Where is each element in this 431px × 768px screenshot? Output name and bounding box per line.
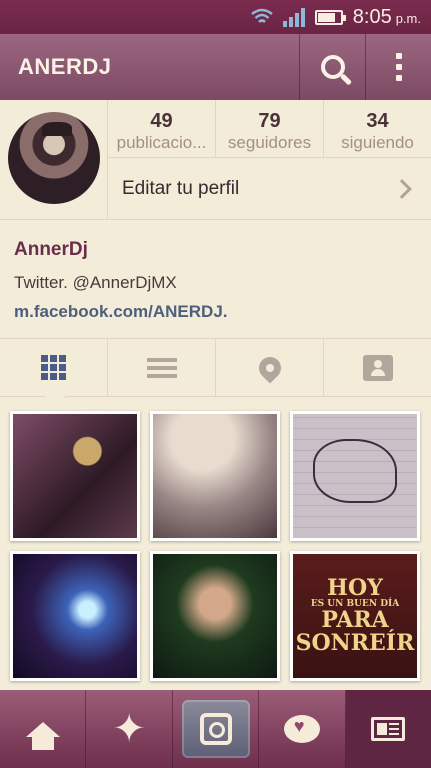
edit-profile-label: Editar tu perfil [122, 178, 240, 199]
stat-followers[interactable]: 79 seguidores [216, 100, 324, 157]
search-icon [320, 55, 345, 79]
grid-icon [41, 355, 66, 380]
list-icon [146, 357, 177, 378]
nav-activity[interactable] [259, 690, 346, 768]
camera-icon [199, 713, 232, 745]
profile-header: 49 publicacio... 79 seguidores 34 siguie… [0, 100, 431, 220]
time-text: 8:05 [352, 5, 392, 28]
stat-posts[interactable]: 49 publicacio... [108, 100, 216, 157]
profile-link[interactable]: m.facebook.com/ANERDJ. [14, 302, 417, 322]
photo-text-line: HOY [327, 574, 383, 601]
bottom-navigation: ✦ [0, 690, 431, 768]
tab-grid-view[interactable] [0, 339, 108, 396]
photo-thumbnail[interactable] [290, 411, 420, 541]
stat-posts-label: publicacio... [116, 133, 207, 152]
tab-tagged-photos[interactable] [324, 339, 431, 396]
search-button[interactable] [299, 34, 365, 100]
ampm-text: p.m. [395, 10, 421, 26]
wifi-icon [250, 8, 273, 23]
overflow-menu-button[interactable] [365, 34, 431, 100]
signal-icon [282, 7, 305, 27]
stat-posts-value: 49 [150, 110, 173, 132]
stat-following-label: siguiendo [341, 133, 414, 152]
profile-card-icon [371, 717, 406, 741]
battery-icon [314, 9, 346, 25]
stat-following[interactable]: 34 siguiendo [324, 100, 431, 157]
clock: 8:05 p.m. [353, 6, 421, 29]
photo-thumbnail[interactable] [10, 551, 140, 681]
stat-followers-value: 79 [258, 110, 281, 132]
status-bar: 8:05 p.m. [0, 0, 431, 34]
chevron-right-icon [392, 179, 412, 199]
edit-profile-button[interactable]: Editar tu perfil [107, 158, 431, 220]
avatar[interactable] [8, 112, 100, 204]
profile-name: AnnerDj [14, 239, 88, 260]
bio-text: Twitter. @AnnerDjMX [14, 273, 177, 292]
photo-thumbnail[interactable] [150, 551, 280, 681]
photo-text-line: PARA [321, 607, 389, 634]
location-pin-icon [253, 351, 286, 384]
app-header: ANERDJ [0, 34, 431, 100]
tab-map-view[interactable] [216, 339, 324, 396]
photo-text-line: SONREÍR [295, 630, 415, 657]
photo-thumbnail[interactable] [10, 411, 140, 541]
activity-heart-icon [283, 715, 320, 743]
nav-profile[interactable] [345, 690, 431, 768]
page-title: ANERDJ [18, 54, 112, 79]
photo-thumbnail[interactable]: HOY ES UN BUEN DÍA PARA SONREÍR [290, 551, 420, 681]
stat-followers-label: seguidores [227, 133, 312, 152]
photo-thumbnail[interactable] [150, 411, 280, 541]
profile-bio: AnnerDj Twitter. @AnnerDjMX m.facebook.c… [0, 221, 431, 339]
explore-star-icon: ✦ [112, 707, 146, 751]
stat-following-value: 34 [366, 110, 389, 132]
view-tabs [0, 339, 431, 397]
profile-stats: 49 publicacio... 79 seguidores 34 siguie… [107, 100, 431, 158]
nav-home[interactable] [0, 690, 87, 768]
nav-camera[interactable] [173, 690, 260, 768]
tagged-user-icon [362, 354, 393, 381]
photo-grid: HOY ES UN BUEN DÍA PARA SONREÍR [0, 398, 431, 690]
nav-explore[interactable]: ✦ [86, 690, 173, 768]
tab-list-view[interactable] [108, 339, 216, 396]
camera-button[interactable] [181, 700, 250, 758]
overflow-menu-icon [395, 53, 402, 81]
home-icon [25, 721, 60, 750]
